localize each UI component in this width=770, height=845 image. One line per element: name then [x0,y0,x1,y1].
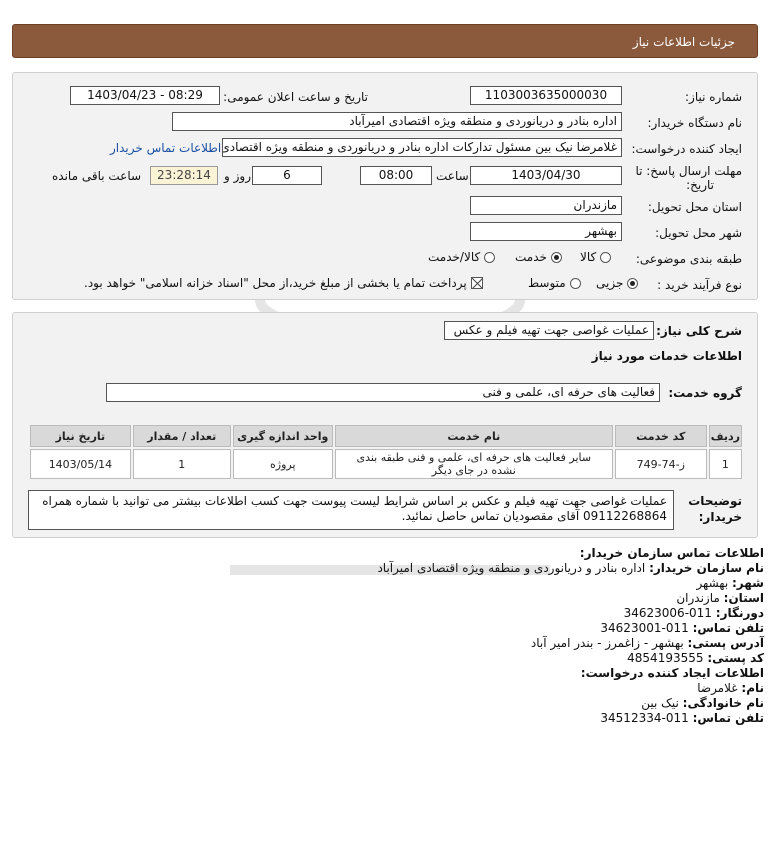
days-field[interactable]: 6 [252,166,322,185]
radio-goods[interactable] [600,251,612,263]
treasury-checkbox[interactable] [470,277,483,289]
treasury-note: پرداخت تمام یا بخشی از مبلغ خرید،از محل … [84,276,467,290]
city-field[interactable]: بهشهر [470,222,622,241]
creator-phone-row: تلفن تماس: 011-34512334 [600,711,764,725]
process-option-medium[interactable]: متوسط [528,276,581,290]
buyer-org-field[interactable]: اداره بنادر و دریانوردی و منطقه ویژه اقت… [172,112,622,131]
deadline-time-label: ساعت [436,169,469,183]
category-option-goods-service[interactable]: کالا/خدمت [428,250,496,264]
general-desc-field[interactable]: عملیات غواصی جهت تهیه فیلم و عکس [444,321,654,340]
cell-row-number: 1 [708,449,742,479]
cell-quantity: 1 [132,449,231,479]
need-number-field[interactable]: 1103003635000030 [470,86,622,105]
creator-family-row: نام خانوادگی: نیک بین [641,696,764,710]
need-number-label: شماره نیاز: [685,90,742,104]
radio-goods-service[interactable] [484,251,496,263]
cell-need-date: 1403/05/14 [30,449,131,479]
cell-service-code: ز-74-749 [614,449,707,479]
deadline-time-field[interactable]: 08:00 [360,166,432,185]
category-label: طبقه بندی موضوعی: [635,252,742,266]
province-field[interactable]: مازندران [470,196,622,215]
buyer-province-row: استان: مازندران [676,591,764,605]
service-group-field[interactable]: فعالیت های حرفه ای، علمی و فنی [106,383,660,402]
deadline-label: مهلت ارسال پاسخ: تا [635,164,742,178]
creator-name-row: نام: غلامرضا [697,681,764,695]
cell-unit: پروژه [232,449,333,479]
category-option-goods[interactable]: کالا [580,250,612,264]
process-option-minor[interactable]: جزیی [596,276,639,290]
radio-minor[interactable] [627,277,639,289]
province-label: استان محل تحویل: [647,200,742,214]
creator-label: ایجاد کننده درخواست: [631,142,742,156]
buyer-phone-row: تلفن تماس: 011-34623001 [600,621,764,635]
process-label: نوع فرآیند خرید : [657,278,742,292]
general-desc-label: شرح کلی نیاز: [656,324,742,338]
deadline-date-field[interactable]: 1403/04/30 [470,166,622,185]
table-header-row: ردیف کد خدمت نام خدمت واحد اندازه گیری ت… [30,425,742,447]
category-option-service[interactable]: خدمت [515,250,562,264]
buyer-org-row: نام سازمان خریدار: اداره بنادر و دریانور… [377,561,764,575]
announce-date-label: تاریخ و ساعت اعلان عمومی: [223,90,368,104]
buyer-notes-label: توضیحات [688,494,742,508]
radio-service[interactable] [550,251,562,263]
col-service-name: نام خدمت [334,425,613,447]
announce-date-field[interactable]: 1403/04/23 - 08:29 [70,86,220,105]
treasury-payment-option[interactable]: پرداخت تمام یا بخشی از مبلغ خرید،از محل … [84,276,483,290]
cell-service-name: سایر فعالیت های حرفه ای، علمی و فنی طبقه… [334,449,613,479]
buyer-contact-link[interactable]: اطلاعات تماس خریدار [110,141,221,155]
col-need-date: تاریخ نیاز [30,425,131,447]
deadline-date-label: تاریخ: [686,178,714,192]
col-unit: واحد اندازه گیری [232,425,333,447]
days-label: روز و [224,169,251,183]
buyer-contact-heading: اطلاعات تماس سازمان خریدار: [579,546,764,560]
buyer-notes-field: عملیات غواصی جهت تهیه فیلم و عکس بر اساس… [28,490,674,530]
col-row-number: ردیف [708,425,742,447]
buyer-city-row: شهر: بهشهر [696,576,764,590]
creator-contact-heading: اطلاعات ایجاد کننده درخواست: [580,666,764,680]
service-group-label: گروه خدمت: [668,386,742,400]
col-service-code: کد خدمت [614,425,707,447]
table-row[interactable]: 1 ز-74-749 سایر فعالیت های حرفه ای، علمی… [30,449,742,479]
services-table: ردیف کد خدمت نام خدمت واحد اندازه گیری ت… [28,423,744,481]
page-title: جزئیات اطلاعات نیاز [632,35,735,49]
buyer-postal-row: کد پستی: 4854193555 [627,651,764,665]
buyer-org-label: نام دستگاه خریدار: [647,116,743,130]
buyer-fax-row: دورنگار: 011-34623006 [623,606,764,620]
radio-medium[interactable] [569,277,581,289]
remaining-time-field: 23:28:14 [150,166,218,185]
page-header: جزئیات اطلاعات نیاز [12,24,758,58]
buyer-address-row: آدرس پستی: بهشهر - زاغمرز - بندر امیر آب… [530,636,764,650]
services-heading: اطلاعات خدمات مورد نیاز [591,349,742,363]
remaining-time-label: ساعت باقی مانده [52,169,142,183]
creator-field[interactable]: غلامرضا نیک بین مسئول تدارکات اداره بناد… [222,138,622,157]
buyer-notes-label-2: خریدار: [698,510,742,524]
city-label: شهر محل تحویل: [655,226,742,240]
col-quantity: تعداد / مقدار [132,425,231,447]
